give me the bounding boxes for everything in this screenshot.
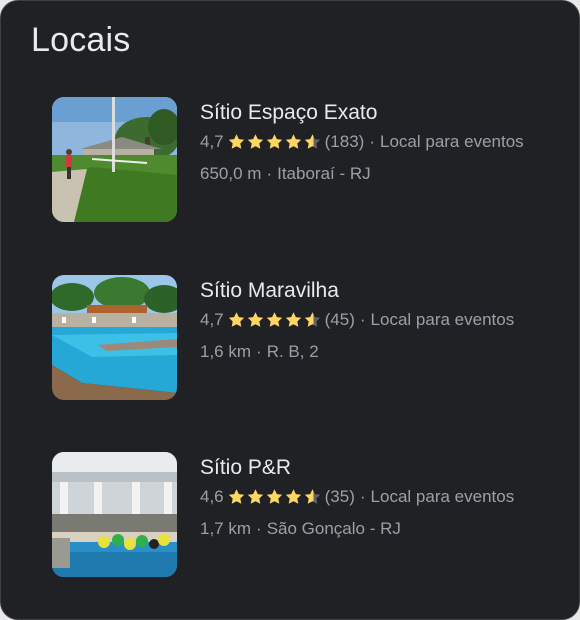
- address-line: 650,0 m · Itaboraí - RJ: [200, 163, 524, 185]
- star-icon: [228, 312, 244, 327]
- place-location: Itaboraí - RJ: [277, 164, 371, 183]
- place-category: Local para eventos: [370, 487, 515, 506]
- star-icon: [247, 134, 263, 149]
- place-distance: 650,0 m: [200, 164, 262, 183]
- place-category: Local para eventos: [370, 310, 515, 329]
- place-photo[interactable]: [52, 97, 177, 222]
- place-location: São Gonçalo - RJ: [266, 519, 401, 538]
- star-icon: [304, 312, 320, 327]
- star-icon: [266, 134, 282, 149]
- separator-dot: ·: [266, 164, 273, 183]
- star-icon: [228, 489, 244, 504]
- rating-line: 4,7 (183) · Local para eventos: [200, 131, 524, 155]
- review-count[interactable]: (183): [325, 132, 365, 151]
- star-icon: [247, 312, 263, 327]
- place-name[interactable]: Sítio P&R: [200, 454, 514, 482]
- star-icon: [304, 134, 320, 149]
- address-line: 1,7 km · São Gonçalo - RJ: [200, 518, 514, 540]
- star-icon: [285, 312, 301, 327]
- rating-stars: [227, 133, 322, 155]
- place-item-3[interactable]: Sítio P&R 4,6 (35) · Local para eventos 1,7…: [52, 452, 572, 582]
- rating-stars: [227, 488, 322, 510]
- star-icon: [304, 489, 320, 504]
- separator-dot: ·: [359, 310, 366, 329]
- rating-value: 4,7: [200, 132, 224, 151]
- place-item-2[interactable]: Sítio Maravilha 4,7 (45) · Local para event…: [52, 275, 572, 405]
- rating-value: 4,6: [200, 487, 224, 506]
- place-name[interactable]: Sítio Espaço Exato: [200, 99, 524, 127]
- place-category: Local para eventos: [380, 132, 524, 151]
- separator-dot: ·: [256, 342, 262, 361]
- star-icon: [285, 489, 301, 504]
- section-title: Locais: [31, 21, 131, 59]
- rating-value: 4,7: [200, 310, 224, 329]
- place-distance: 1,6 km: [200, 342, 252, 361]
- separator-dot: ·: [359, 487, 366, 506]
- star-icon: [266, 489, 282, 504]
- review-count[interactable]: (45): [325, 310, 355, 329]
- star-icon: [266, 312, 282, 327]
- rating-stars: [227, 311, 322, 333]
- place-photo[interactable]: [52, 275, 177, 400]
- places-panel: Locais Sítio Espaço Exato 4,7 (183) · Lo…: [0, 0, 580, 620]
- place-location: R. B, 2: [266, 342, 319, 361]
- separator-dot: ·: [256, 519, 262, 538]
- rating-line: 4,6 (35) · Local para eventos: [200, 486, 514, 510]
- rating-line: 4,7 (45) · Local para eventos: [200, 309, 514, 333]
- review-count[interactable]: (35): [325, 487, 355, 506]
- separator-dot: ·: [369, 132, 375, 151]
- place-distance: 1,7 km: [200, 519, 252, 538]
- address-line: 1,6 km · R. B, 2: [200, 341, 514, 363]
- star-icon: [228, 134, 244, 149]
- star-icon: [285, 134, 301, 149]
- place-name[interactable]: Sítio Maravilha: [200, 277, 514, 305]
- star-icon: [247, 489, 263, 504]
- place-photo[interactable]: [52, 452, 177, 577]
- place-item-1[interactable]: Sítio Espaço Exato 4,7 (183) · Local para e…: [52, 97, 572, 227]
